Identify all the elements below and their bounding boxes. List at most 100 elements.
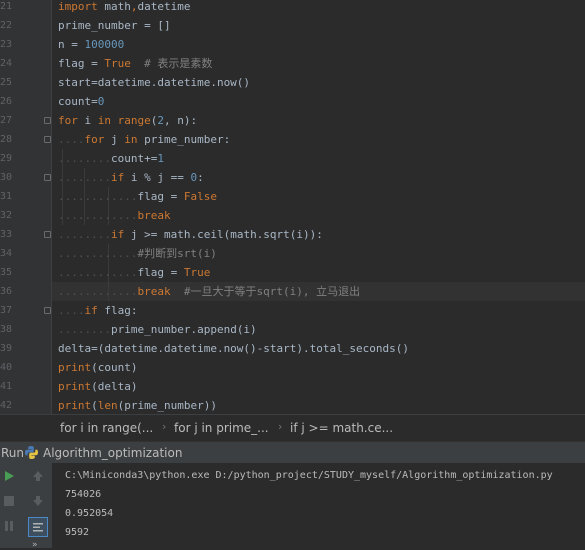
fold-marker-icon[interactable] xyxy=(44,174,51,181)
code-token: print xyxy=(58,361,92,374)
code-token: ............ xyxy=(58,209,138,222)
code-line[interactable]: print(count) xyxy=(58,358,137,377)
code-token: start=datetime.datetime.now() xyxy=(58,76,251,89)
code-line[interactable]: ............flag = True xyxy=(58,263,210,282)
code-token: i % j == xyxy=(124,171,191,184)
rerun-play-icon[interactable] xyxy=(0,467,18,485)
line-number: 23 xyxy=(0,39,13,50)
pause-icon[interactable] xyxy=(0,517,18,535)
code-line[interactable]: ............break #一旦大于等于sqrt(i), 立马退出 xyxy=(58,282,360,301)
code-line[interactable]: import math,datetime xyxy=(58,0,190,16)
chevron-right-icon: › xyxy=(162,420,167,433)
code-token: range xyxy=(117,114,151,127)
line-number: 32 xyxy=(0,210,13,221)
code-token: # 表示是素数 xyxy=(130,57,213,70)
line-number: 27 xyxy=(0,115,13,126)
code-token: math xyxy=(97,0,131,13)
line-number: 34 xyxy=(0,248,13,259)
code-line[interactable]: ........prime_number.append(i) xyxy=(58,320,257,339)
code-line[interactable]: ........count+=1 xyxy=(58,149,164,168)
code-line[interactable]: for i in range(2, n): xyxy=(58,111,197,130)
run-label: Run xyxy=(1,446,25,460)
line-number: 33 xyxy=(0,229,13,240)
line-number: 41 xyxy=(0,381,13,392)
code-token: 2 xyxy=(157,114,164,127)
code-token: if xyxy=(84,304,98,317)
breadcrumb-item-for-j[interactable]: for j in prime_... xyxy=(174,421,269,435)
code-token: : xyxy=(197,171,204,184)
code-token: count= xyxy=(58,95,98,108)
code-line[interactable]: print(delta) xyxy=(58,377,137,396)
code-line[interactable]: flag = True # 表示是素数 xyxy=(58,54,212,73)
run-console[interactable]: C:\Miniconda3\python.exe D:/python_proje… xyxy=(0,463,585,548)
code-line[interactable]: delta=(datetime.datetime.now()-start).to… xyxy=(58,339,409,358)
code-token: print xyxy=(58,380,92,393)
line-number: 42 xyxy=(0,400,13,411)
code-token: ............ xyxy=(58,247,138,260)
code-line[interactable]: start=datetime.datetime.now() xyxy=(58,73,250,92)
chevron-right-icon: › xyxy=(278,420,283,433)
code-token: if xyxy=(110,228,125,241)
code-line[interactable]: ............#判断到srt(i) xyxy=(58,244,217,263)
code-line[interactable]: prime_number = [] xyxy=(58,16,171,35)
more-icon[interactable]: » xyxy=(32,540,38,550)
code-token: len xyxy=(97,399,118,412)
code-token: for xyxy=(84,133,105,146)
breadcrumb-item-if-j[interactable]: if j >= math.ce... xyxy=(290,421,393,435)
code-token: 0 xyxy=(97,95,105,108)
code-editor[interactable]: 21 22 23 24 25 26 27 28 29 30 31 32 33 34 35 36 37 38 39 40… xyxy=(0,0,585,414)
line-number: 38 xyxy=(0,324,13,335)
code-token: j xyxy=(104,133,125,146)
code-token: , xyxy=(130,0,138,13)
breadcrumb-item-for-i[interactable]: for i in range(... xyxy=(60,421,153,435)
code-token: (delta) xyxy=(91,380,138,393)
line-number: 22 xyxy=(0,20,13,31)
run-tool-window-header: Run Algorithm_optimization xyxy=(0,441,585,464)
line-number: 24 xyxy=(0,58,13,69)
run-toolbar: » xyxy=(0,463,52,550)
soft-wrap-icon[interactable] xyxy=(28,517,48,537)
code-token: count+= xyxy=(110,152,158,165)
code-token: ........ xyxy=(58,171,111,184)
stop-icon[interactable] xyxy=(0,492,18,510)
fold-marker-icon[interactable] xyxy=(44,307,51,314)
code-token: i xyxy=(77,114,98,127)
fold-marker-icon[interactable] xyxy=(44,231,51,238)
run-config-tab[interactable]: Algorithm_optimization xyxy=(43,446,182,460)
code-token: break xyxy=(137,209,171,222)
code-line[interactable]: ....for j in prime_number: xyxy=(58,130,230,149)
code-token: #一旦大于等于sqrt(i), 立马退出 xyxy=(170,285,361,298)
code-token: True xyxy=(183,266,211,279)
scroll-down-icon[interactable] xyxy=(29,492,47,510)
code-token: ........ xyxy=(58,228,111,241)
code-line[interactable]: ............break xyxy=(58,206,171,225)
code-token: prime_number: xyxy=(137,133,231,146)
code-token: import xyxy=(58,0,98,13)
code-line[interactable]: ............flag = False xyxy=(58,187,217,206)
code-token: (prime_number)) xyxy=(117,399,217,412)
fold-marker-icon[interactable] xyxy=(44,117,51,124)
code-token: 100000 xyxy=(84,38,125,51)
fold-marker-icon[interactable] xyxy=(44,136,51,143)
code-line[interactable]: ....if flag: xyxy=(58,301,138,320)
python-icon xyxy=(24,445,39,460)
code-line[interactable]: ........if i % j == 0: xyxy=(58,168,204,187)
code-token: .... xyxy=(58,133,85,146)
line-number: 26 xyxy=(0,96,13,107)
line-number: 29 xyxy=(0,153,13,164)
line-number: 21 xyxy=(0,1,13,12)
console-line-output: 9592 xyxy=(65,527,90,538)
code-line[interactable]: ........if j >= math.ceil(math.sqrt(i)): xyxy=(58,225,323,244)
code-token: ............ xyxy=(58,285,138,298)
line-number: 30 xyxy=(0,172,13,183)
code-token: prime_number.append(i) xyxy=(110,323,257,336)
code-line[interactable]: count=0 xyxy=(58,92,104,111)
code-line[interactable]: n = 100000 xyxy=(58,35,124,54)
code-token: flag: xyxy=(97,304,138,317)
console-line-command: C:\Miniconda3\python.exe D:/python_proje… xyxy=(65,470,553,481)
code-line[interactable]: print(len(prime_number)) xyxy=(58,396,217,414)
scroll-up-icon[interactable] xyxy=(29,467,47,485)
code-token: in xyxy=(124,133,138,146)
code-token: flag = xyxy=(58,57,105,70)
console-line-output: 754026 xyxy=(65,489,102,500)
